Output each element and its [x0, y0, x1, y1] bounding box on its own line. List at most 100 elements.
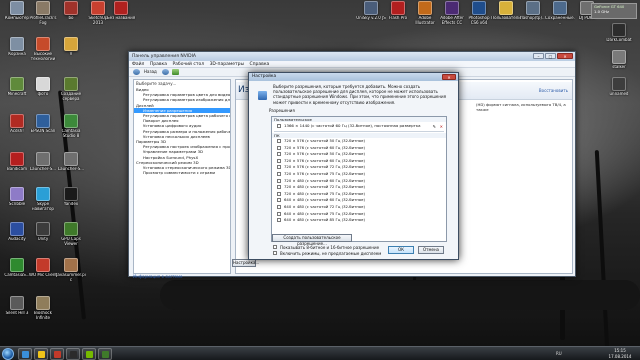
desktop-icon[interactable]: flashop(tp)...: [518, 1, 548, 39]
window-titlebar[interactable]: Панель управления NVIDIA – □ ✕: [129, 52, 575, 61]
resolution-checkbox[interactable]: [277, 158, 281, 163]
create-custom-resolution-button[interactable]: Создать пользовательское разрешение...: [272, 234, 352, 246]
resolution-checkbox[interactable]: [277, 145, 281, 150]
menu-3d-settings[interactable]: 3D-параметры: [210, 62, 244, 67]
resolution-checkbox[interactable]: [277, 198, 281, 203]
close-button[interactable]: ✕: [557, 53, 573, 59]
menu-help[interactable]: Справка: [249, 62, 269, 67]
desktop-icon[interactable]: bo: [56, 1, 86, 39]
taskbar-app-button[interactable]: [82, 348, 96, 360]
taskbar-app-button[interactable]: [18, 348, 32, 360]
resolution-row[interactable]: 720 × 576 (с частотой 60 Гц (32-битное): [272, 158, 446, 165]
customize-button[interactable]: Настройка...: [232, 259, 259, 267]
resolution-row[interactable]: 720 × 480 (с частотой 75 Гц (32-битное): [272, 191, 446, 198]
desktop-icon[interactable]: UniSky v.2.0 JS: [356, 1, 386, 39]
desktop-icon[interactable]: Launcher-S...: [28, 152, 58, 190]
start-button[interactable]: [2, 348, 14, 360]
desktop-icon[interactable]: ProfileCrack's Fog: [28, 1, 58, 39]
desktop-icon[interactable]: Photoshop CS6 x64: [464, 1, 494, 39]
resolution-checkbox[interactable]: [277, 211, 281, 216]
desktop-icon[interactable]: Bioshock Infinite: [28, 296, 58, 334]
desktop-icon[interactable]: V: [56, 37, 86, 75]
forward-arrow-icon[interactable]: [162, 69, 170, 75]
clock[interactable]: 15:15 17.08.2014: [603, 348, 637, 359]
desktop-icon[interactable]: Adobe After Effects CC: [437, 1, 467, 39]
resolution-checkbox[interactable]: [277, 191, 281, 196]
custom-resolution-checkbox[interactable]: [277, 124, 281, 128]
desktop-icon-label: bo: [68, 16, 74, 20]
resolution-row[interactable]: 640 × 480 (с частотой 72 Гц (32-битное): [272, 204, 446, 211]
desktop-icon[interactable]: Пользователи: [491, 1, 521, 39]
custom-resolution-item[interactable]: 1366 × 1440 (с частотой 60 Гц (32-битное…: [272, 122, 446, 130]
show-8-16-bit-checkbox[interactable]: [273, 245, 277, 249]
maximize-button[interactable]: □: [545, 53, 556, 59]
resolution-row[interactable]: 640 × 480 (с частотой 60 Гц (32-битное): [272, 197, 446, 204]
resolution-row[interactable]: 720 × 576 (с частотой 72 Гц (32-битное): [272, 164, 446, 171]
minimize-button[interactable]: –: [533, 53, 544, 59]
taskbar-app-button[interactable]: [66, 348, 80, 360]
resolution-row[interactable]: 720 × 480 (с частотой 72 Гц (32-битное): [272, 184, 446, 191]
desktop-icon[interactable]: GPU Caps Viewer: [56, 222, 86, 260]
gpu-gadget[interactable]: GeForce GT 640 1.0 GHz: [591, 3, 637, 19]
app-icon: [10, 1, 24, 15]
enable-unsupported-checkbox[interactable]: [273, 251, 277, 255]
resolution-row[interactable]: 720 × 576 (с частотой 60 Гц (32-битное): [272, 145, 446, 152]
delete-icon[interactable]: ✕: [440, 123, 443, 131]
edit-icon[interactable]: ✎: [433, 123, 436, 131]
desktop-icon[interactable]: unnamed: [604, 77, 634, 115]
resolution-row[interactable]: 720 × 576 (с частотой 50 Гц (32-битное): [272, 138, 446, 145]
resolution-row[interactable]: 720 × 576 (с частотой 75 Гц (32-битное): [272, 171, 446, 178]
desktop-icon[interactable]: Высокие технологии: [28, 37, 58, 75]
dialog-titlebar[interactable]: Настройка ✕: [249, 73, 458, 81]
desktop-icon[interactable]: Launcher-S...: [56, 152, 86, 190]
cancel-button[interactable]: Отмена: [418, 246, 444, 254]
desktop-icon[interactable]: Сохранённые...: [545, 1, 575, 39]
resolutions-list[interactable]: Пользовательское 1366 × 1440 (с частотой…: [271, 116, 447, 242]
task-tree-item[interactable]: Регулировка параметров изображения для в…: [134, 97, 230, 102]
desktop-icon[interactable]: Unity: [28, 222, 58, 260]
desktop-icon[interactable]: Javasummer.pic: [56, 258, 86, 296]
resolution-checkbox[interactable]: [277, 185, 281, 190]
home-icon[interactable]: [171, 69, 179, 75]
resolution-row[interactable]: 720 × 480 (с частотой 60 Гц (32-битное): [272, 178, 446, 185]
resolution-checkbox[interactable]: [277, 218, 281, 223]
taskbar-app-button[interactable]: [50, 348, 64, 360]
ok-button[interactable]: ОК: [388, 246, 414, 254]
menu-desktop[interactable]: Рабочий стол: [172, 62, 204, 67]
taskbar-app-icon: [70, 351, 77, 358]
desktop-icon[interactable]: Adobe Illustrator: [410, 1, 440, 39]
resolution-row[interactable]: 720 × 576 (с частотой 50 Гц (32-битное): [272, 151, 446, 158]
resolution-row[interactable]: 640 × 480 (с частотой 85 Гц (32-битное): [272, 217, 446, 224]
resolution-checkbox[interactable]: [277, 171, 281, 176]
taskbar-app-button[interactable]: [34, 348, 48, 360]
back-arrow-icon[interactable]: [133, 69, 140, 75]
desktop-icon[interactable]: Yandex: [56, 187, 86, 225]
restore-link[interactable]: Восстановить: [539, 88, 568, 93]
resolution-checkbox[interactable]: [277, 178, 281, 183]
language-indicator[interactable]: RU: [556, 351, 562, 356]
resolution-row[interactable]: 640 × 480 (с частотой 75 Гц (32-битное): [272, 211, 446, 218]
desktop-icon[interactable]: Создание сервера: [56, 77, 86, 115]
task-tree-item[interactable]: Просмотр совместимости с играми: [134, 170, 230, 175]
task-tree: Видео Регулировка параметров цвета для ви…: [134, 87, 230, 175]
enable-unsupported-option[interactable]: Включить режимы, не предлагаемые дисплее…: [273, 251, 381, 256]
desktop-icon[interactable]: фото: [28, 77, 58, 115]
taskbar-app-button[interactable]: [98, 348, 112, 360]
menu-file[interactable]: Файл: [132, 62, 144, 67]
resolution-checkbox[interactable]: [277, 139, 281, 143]
desktop-icon[interactable]: Camtasia Studio 8: [56, 114, 86, 152]
desktop-icon[interactable]: WO Mic Client: [28, 258, 58, 296]
resolution-checkbox[interactable]: [277, 152, 281, 157]
desktop-icon[interactable]: Flash Pro: [383, 1, 413, 39]
resolution-checkbox[interactable]: [277, 204, 281, 209]
system-info-link[interactable]: Информация о системе: [133, 274, 182, 279]
desktop-icon[interactable]: EPSON Scan: [28, 114, 58, 152]
back-label[interactable]: Назад: [144, 69, 157, 74]
taskbar-app-icon: [54, 351, 61, 358]
dialog-close-button[interactable]: ✕: [442, 74, 456, 80]
desktop-icon[interactable]: Без названия: [106, 1, 136, 39]
desktop-icon[interactable]: Skype навигатор: [28, 187, 58, 225]
app-icon: [10, 77, 24, 91]
menu-edit[interactable]: Правка: [150, 62, 167, 67]
resolution-checkbox[interactable]: [277, 165, 281, 170]
